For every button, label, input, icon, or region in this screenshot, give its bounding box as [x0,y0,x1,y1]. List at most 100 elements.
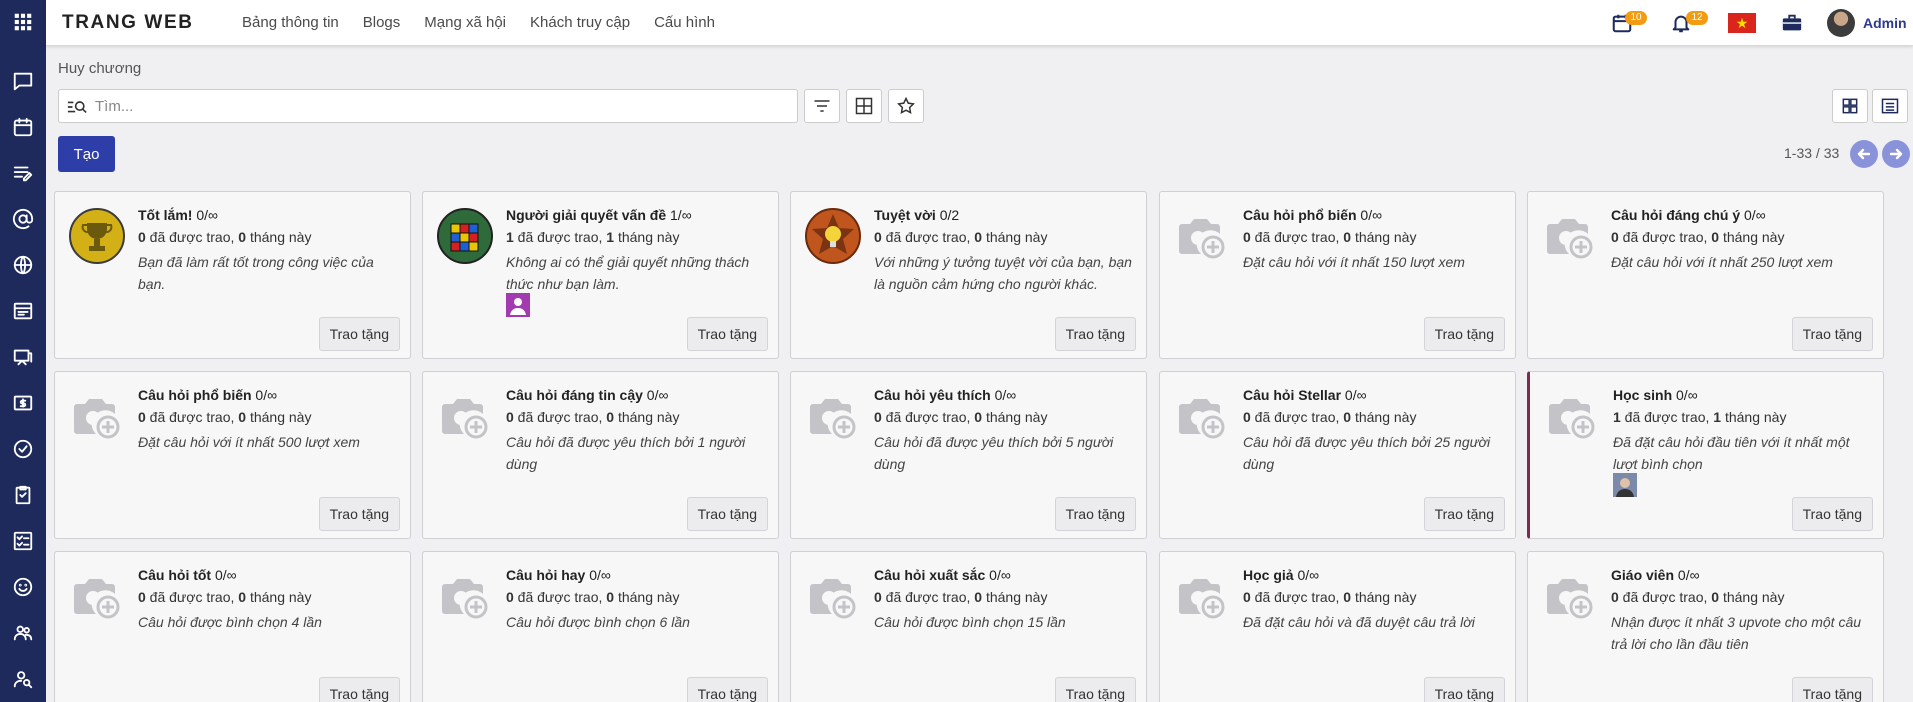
recipient-avatar[interactable] [506,293,530,317]
pager-value[interactable]: 1-33 / 33 [1784,145,1839,161]
badge-description: Đã đặt câu hỏi đầu tiên với ít nhất một … [1613,434,1850,472]
badge-card[interactable]: Câu hỏi phổ biến 0/∞ 0 đã được trao, 0 th… [54,371,411,539]
badge-card[interactable]: Tuyệt vời 0/2 0 đã được trao, 0 tháng này… [790,191,1147,359]
create-button[interactable]: Tạo [58,136,115,172]
badge-name: Câu hỏi tốt [138,567,212,583]
money-icon[interactable] [0,385,46,421]
granted-count: 0 [138,409,146,425]
award-button[interactable]: Trao tặng [1791,497,1873,531]
menu-dashboard[interactable]: Bảng thông tin [242,14,339,31]
app-brand[interactable]: TRANG WEB [62,12,194,34]
notifications[interactable]: 12 [1670,0,1730,46]
month-count: 1 [1713,409,1722,425]
award-button[interactable]: Trao tặng [318,497,400,531]
badge-description: Nhận được ít nhất 3 upvote cho một câu t… [1611,614,1862,652]
badge-stats: 0 đã được trao, 0 tháng này [506,589,679,605]
user-name[interactable]: Admin [1863,15,1907,31]
smiley-icon[interactable] [0,569,46,605]
badge-limit: 0/∞ [642,387,669,403]
badge-card[interactable]: Giáo viên 0/∞ 0 đã được trao, 0 tháng này… [1527,551,1884,702]
badge-card[interactable]: Tốt lắm! 0/∞ 0 đã được trao, 0 tháng này B… [54,191,411,359]
award-button[interactable]: Trao tặng [686,317,768,351]
notification-badge: 12 [1686,11,1708,25]
badge-name: Tốt lắm! [138,207,193,223]
badge-card[interactable]: Câu hỏi phổ biến 0/∞ 0 đã được trao, 0 th… [1159,191,1516,359]
badge-title: Người giải quyết vấn đề 1/∞ [506,207,766,223]
granted-count: 0 [1243,229,1251,245]
badge-card[interactable]: Người giải quyết vấn đề 1/∞ 1 đã được tra… [422,191,779,359]
filter-button[interactable] [804,89,840,123]
calendar-icon[interactable] [0,109,46,145]
top-menu: Bảng thông tin Blogs Mạng xã hội Khách t… [242,14,739,31]
favorites-button[interactable] [888,89,924,123]
badge-card[interactable]: Câu hỏi hay 0/∞ 0 đã được trao, 0 tháng n… [422,551,779,702]
month-label: tháng này [982,409,1048,425]
badge-card[interactable]: Câu hỏi đáng tin cậy 0/∞ 0 đã được trao, … [422,371,779,539]
badge-card[interactable]: Học giả 0/∞ 0 đã được trao, 0 tháng này Đã… [1159,551,1516,702]
month-count: 0 [238,589,247,605]
award-button[interactable]: Trao tặng [686,497,768,531]
badge-card[interactable]: Câu hỏi xuất sắc 0/∞ 0 đã được trao, 0 th… [790,551,1147,702]
notes-icon[interactable] [0,155,46,191]
pager-previous-button[interactable] [1850,140,1878,168]
checklist-icon[interactable] [0,523,46,559]
month-label: tháng này [614,409,680,425]
website-icon[interactable] [0,293,46,329]
month-label: tháng này [246,589,312,605]
badge-card[interactable]: Câu hỏi yêu thích 0/∞ 0 đã được trao, 0 t… [790,371,1147,539]
user-search-icon[interactable] [0,661,46,697]
users-icon[interactable] [0,615,46,651]
award-button[interactable]: Trao tặng [1423,317,1505,351]
globe-icon[interactable] [0,247,46,283]
chat-icon[interactable] [0,63,46,99]
language-flag-icon[interactable]: ★ [1728,13,1756,33]
kanban-view-button[interactable] [1832,89,1868,123]
award-button[interactable]: Trao tặng [1423,677,1505,702]
menu-social[interactable]: Mạng xã hội [424,14,506,31]
award-button[interactable]: Trao tặng [1054,317,1136,351]
apps-grid-icon[interactable] [0,4,46,40]
badge-card[interactable]: Câu hỏi Stellar 0/∞ 0 đã được trao, 0 thá… [1159,371,1516,539]
badge-card[interactable]: Câu hỏi đáng chú ý 0/∞ 0 đã được trao, 0 … [1527,191,1884,359]
granted-label: đã được trao, [145,589,239,605]
badge-title: Câu hỏi hay 0/∞ [506,567,766,583]
award-button[interactable]: Trao tặng [318,677,400,702]
clipboard-icon[interactable] [0,477,46,513]
award-button[interactable]: Trao tặng [1054,677,1136,702]
menu-blogs[interactable]: Blogs [363,14,401,31]
user-avatar[interactable] [1827,9,1855,37]
granted-count: 1 [506,229,514,245]
check-circle-icon[interactable] [0,431,46,467]
menu-visitors[interactable]: Khách truy cập [530,14,630,31]
award-button[interactable]: Trao tặng [1423,497,1505,531]
recipient-avatar[interactable] [1613,473,1637,497]
email-at-icon[interactable] [0,201,46,237]
award-button[interactable]: Trao tặng [1791,677,1873,702]
group-by-button[interactable] [846,89,882,123]
star-icon [897,96,915,114]
slides-icon[interactable] [0,339,46,375]
badge-card[interactable]: Câu hỏi tốt 0/∞ 0 đã được trao, 0 tháng n… [54,551,411,702]
badge-title: Tuyệt vời 0/2 [874,207,1134,223]
badge-card[interactable]: Học sinh 0/∞ 1 đã được trao, 1 tháng này Đ… [1527,371,1884,539]
search-input[interactable] [95,95,785,117]
month-count: 0 [238,229,247,245]
badge-name: Người giải quyết vấn đề [506,207,667,223]
briefcase-icon[interactable] [1780,0,1806,46]
calendar-activity[interactable]: 10 [1611,0,1671,46]
list-view-button[interactable] [1872,89,1908,123]
group-by-icon [855,97,873,115]
badge-stats: 1 đã được trao, 1 tháng này [506,229,679,245]
award-button[interactable]: Trao tặng [1791,317,1873,351]
badge-stats: 0 đã được trao, 0 tháng này [138,229,311,245]
badge-title: Học sinh 0/∞ [1613,387,1873,403]
award-button[interactable]: Trao tặng [318,317,400,351]
arrow-right-icon [1889,148,1903,160]
award-button[interactable]: Trao tặng [1054,497,1136,531]
badge-name: Câu hỏi phổ biến [138,387,252,403]
pager-next-button[interactable] [1882,140,1910,168]
award-button[interactable]: Trao tặng [686,677,768,702]
month-label: tháng này [614,229,680,245]
granted-label: đã được trao, [881,229,975,245]
menu-config[interactable]: Cấu hình [654,14,715,31]
